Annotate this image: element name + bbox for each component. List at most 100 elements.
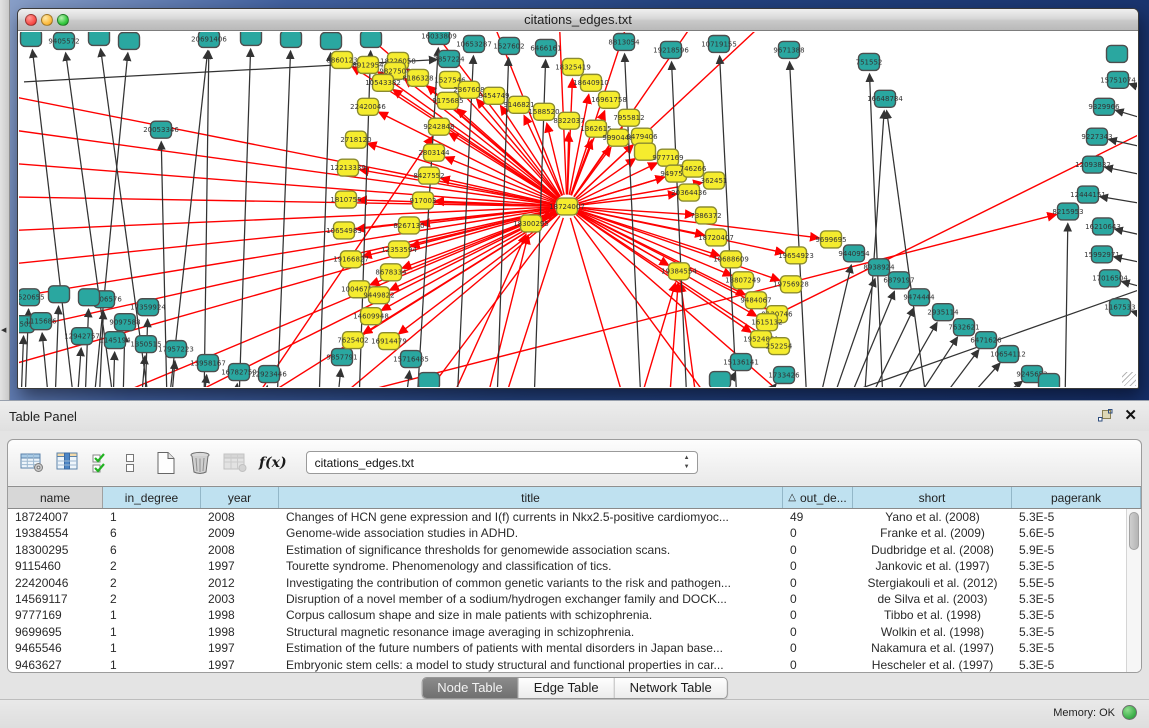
network-node[interactable]: 9329966 — [1088, 98, 1119, 115]
network-edge[interactable] — [578, 163, 657, 201]
table-cell[interactable]: 2008 — [201, 509, 279, 525]
column-header-short[interactable]: short — [853, 487, 1012, 508]
table-cell[interactable]: Genome-wide association studies in ADHD. — [279, 525, 783, 541]
network-node[interactable]: 16210643 — [1085, 218, 1121, 235]
table-cell[interactable]: Jankovic et al. (1997) — [853, 558, 1012, 574]
network-edge[interactable] — [790, 62, 807, 387]
network-edge[interactable] — [819, 265, 851, 387]
network-node[interactable]: 15716485 — [393, 351, 429, 368]
network-node[interactable]: 1733426 — [768, 367, 799, 384]
table-cell[interactable]: 9777169 — [8, 607, 103, 623]
table-cell[interactable]: Investigating the contribution of common… — [279, 575, 783, 591]
table-cell[interactable]: Embryonic stem cells: a model to study s… — [279, 657, 783, 672]
network-edge[interactable] — [889, 323, 937, 387]
table-cell[interactable]: 6 — [103, 542, 201, 558]
network-edge[interactable] — [457, 56, 473, 387]
table-cell[interactable]: 5.3E-5 — [1012, 657, 1141, 672]
network-node[interactable]: 15136141 — [723, 354, 759, 371]
table-cell[interactable]: 5.3E-5 — [1012, 591, 1141, 607]
function-builder-icon[interactable]: f(x) — [259, 455, 287, 471]
network-node[interactable]: 9474444 — [903, 289, 935, 306]
network-table-selector[interactable]: citations_edges.txt ▲▼ — [306, 451, 698, 474]
table-cell[interactable]: 2 — [103, 591, 201, 607]
network-node[interactable]: 917003 — [410, 192, 437, 209]
rows-icon[interactable] — [124, 453, 136, 473]
network-node[interactable]: 15992971 — [1084, 246, 1120, 263]
network-edge[interactable] — [42, 333, 49, 387]
table-cell[interactable]: Estimation of the future numbers of pati… — [279, 640, 783, 656]
network-node[interactable]: 1810755 — [330, 191, 361, 208]
collapse-left-arrow-icon[interactable]: ◀ — [1, 326, 6, 334]
network-node[interactable]: 10719155 — [701, 35, 737, 52]
network-edge[interactable] — [19, 197, 555, 207]
network-node[interactable] — [119, 32, 140, 49]
network-node[interactable]: 9227343 — [1081, 128, 1112, 145]
maximize-window-button[interactable] — [57, 14, 69, 26]
network-edge[interactable] — [1129, 84, 1137, 94]
table-cell[interactable]: Hescheler et al. (1997) — [853, 657, 1012, 672]
network-edge[interactable] — [985, 381, 1022, 387]
tab-network-table[interactable]: Network Table — [615, 678, 727, 698]
table-cell[interactable]: 5.3E-5 — [1012, 509, 1141, 525]
network-svg[interactable]: 9405572206914061603380978572241065328715… — [19, 32, 1137, 387]
table-cell[interactable]: 0 — [783, 657, 853, 672]
column-header-pagerank[interactable]: pagerank — [1012, 487, 1141, 508]
network-edge[interactable] — [1065, 223, 1068, 387]
network-node[interactable]: 9671388 — [773, 41, 804, 58]
table-cell[interactable]: Stergiakouli et al. (2012) — [853, 575, 1012, 591]
table-row[interactable]: 946554611997Estimation of the future num… — [8, 640, 1141, 656]
network-node[interactable]: 18640910 — [573, 74, 609, 91]
table-cell[interactable]: 1997 — [201, 640, 279, 656]
network-node[interactable] — [21, 32, 42, 46]
column-header-in_degree[interactable]: in_degree — [103, 487, 201, 508]
network-node[interactable] — [89, 32, 110, 45]
network-node[interactable] — [281, 32, 302, 47]
table-cell[interactable]: Yano et al. (2008) — [853, 509, 1012, 525]
table-cell[interactable]: 5.3E-5 — [1012, 624, 1141, 640]
table-cell[interactable]: 18724007 — [8, 509, 103, 525]
window-titlebar[interactable]: citations_edges.txt — [18, 9, 1138, 31]
table-cell[interactable]: 2 — [103, 558, 201, 574]
table-cell[interactable]: 0 — [783, 558, 853, 574]
float-panel-icon[interactable] — [1097, 409, 1113, 423]
network-node[interactable]: 12093832 — [1075, 156, 1111, 173]
table-cell[interactable]: 2008 — [201, 542, 279, 558]
table-cell[interactable]: Structural magnetic resonance image aver… — [279, 624, 783, 640]
table-cell[interactable]: 1 — [103, 640, 201, 656]
column-header-year[interactable]: year — [201, 487, 279, 508]
table-cell[interactable]: 2012 — [201, 575, 279, 591]
table-cell[interactable]: Tourette syndrome. Phenomenology and cla… — [279, 558, 783, 574]
table-cell[interactable]: Changes of HCN gene expression and I(f) … — [279, 509, 783, 525]
delete-table-trash-icon[interactable] — [188, 450, 212, 475]
network-node[interactable]: 20691406 — [191, 32, 227, 47]
network-window[interactable]: citations_edges.txt 94055722069140616033… — [17, 8, 1139, 389]
network-node[interactable]: 19756928 — [773, 276, 809, 293]
resize-grip-icon[interactable] — [1122, 372, 1136, 386]
table-row[interactable]: 2242004622012Investigating the contribut… — [8, 575, 1141, 591]
network-node[interactable] — [710, 372, 731, 387]
table-row[interactable]: 1938455462009Genome-wide association stu… — [8, 525, 1141, 541]
network-edge[interactable] — [204, 51, 209, 387]
tab-edge-table[interactable]: Edge Table — [519, 678, 615, 698]
table-cell[interactable]: 19384554 — [8, 525, 103, 541]
network-edge[interactable] — [337, 369, 341, 387]
network-node[interactable]: 16961758 — [591, 91, 627, 108]
table-cell[interactable]: 0 — [783, 525, 853, 541]
network-node[interactable]: 10654112 — [990, 346, 1026, 363]
network-node[interactable]: 1350515 — [130, 336, 161, 353]
close-window-button[interactable] — [25, 14, 37, 26]
table-cell[interactable]: 1998 — [201, 624, 279, 640]
network-edge[interactable] — [757, 384, 776, 387]
network-node[interactable]: 8267130 — [393, 217, 424, 234]
memory-status-button[interactable] — [1122, 705, 1137, 720]
network-edge[interactable] — [319, 53, 331, 387]
network-edge[interactable] — [85, 309, 89, 387]
network-node[interactable]: 19384554 — [661, 263, 697, 280]
table-row[interactable]: 1830029562008Estimation of significance … — [8, 542, 1141, 558]
network-node[interactable]: 9699695 — [815, 231, 846, 248]
table-cell[interactable]: 9115460 — [8, 558, 103, 574]
network-node[interactable]: 1167533 — [1104, 299, 1135, 316]
network-edge[interactable] — [1109, 139, 1137, 151]
table-row[interactable]: 1872400712008Changes of HCN gene express… — [8, 509, 1141, 525]
network-node[interactable]: 12353594 — [381, 241, 417, 258]
